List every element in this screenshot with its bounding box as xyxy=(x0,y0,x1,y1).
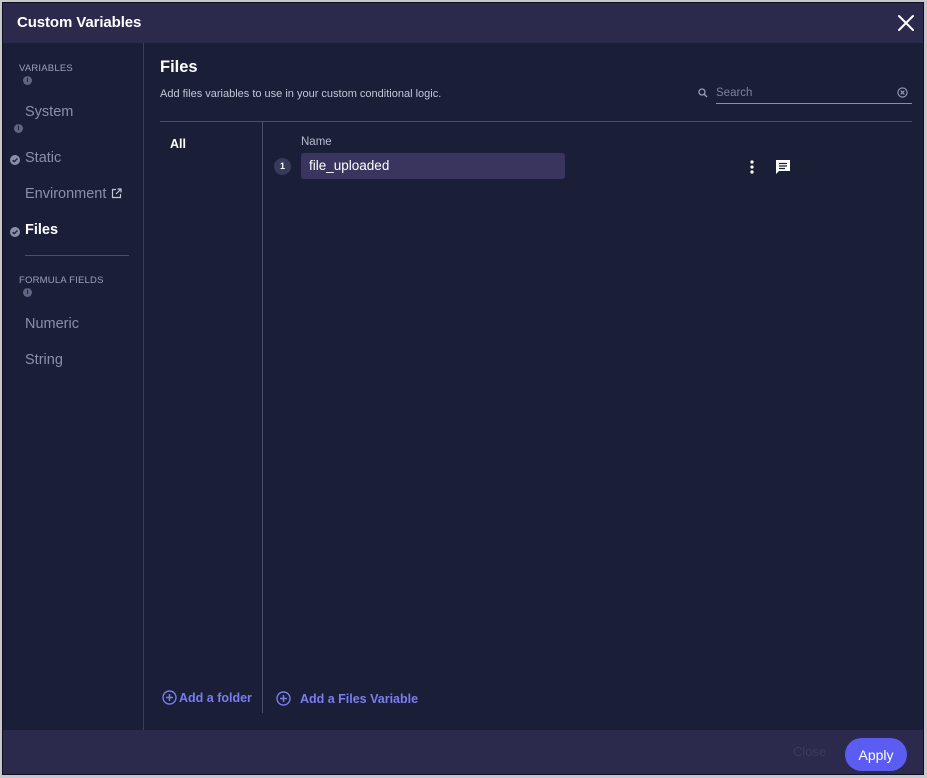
more-options-icon[interactable] xyxy=(749,159,755,175)
add-variable-label: Add a Files Variable xyxy=(299,692,419,706)
row-index-badge: 1 xyxy=(274,158,291,175)
sidebar-divider xyxy=(25,255,129,256)
add-folder-button[interactable]: Add a folder xyxy=(162,690,252,705)
page-title: Files xyxy=(160,58,198,76)
add-files-variable-button[interactable]: Add a Files Variable xyxy=(276,691,418,706)
sidebar: VARIABLES i System i Static Environment … xyxy=(3,43,144,730)
search-input[interactable] xyxy=(716,82,912,104)
content-divider xyxy=(160,121,912,122)
dialog-footer: Close Apply xyxy=(3,730,923,774)
info-icon[interactable]: i xyxy=(23,76,32,85)
sidebar-item-label: Files xyxy=(25,222,59,238)
folder-column-divider xyxy=(262,122,263,713)
search-icon xyxy=(698,88,708,98)
sidebar-item-label: System xyxy=(25,104,74,120)
formula-fields-section-label: FORMULA FIELDS xyxy=(19,275,104,286)
sidebar-item-label: Static xyxy=(25,150,62,166)
sidebar-item-system[interactable]: System xyxy=(25,104,73,120)
clear-search-icon[interactable] xyxy=(897,87,908,98)
close-button[interactable]: Close xyxy=(793,744,826,759)
column-header-name: Name xyxy=(301,136,332,148)
external-link-icon xyxy=(111,188,123,199)
info-icon[interactable]: i xyxy=(23,288,32,297)
comment-icon[interactable] xyxy=(774,158,792,176)
sidebar-item-files[interactable]: Files xyxy=(25,222,58,238)
apply-button[interactable]: Apply xyxy=(845,738,907,771)
page-description: Add files variables to use in your custo… xyxy=(160,88,442,100)
custom-variables-dialog: Custom Variables VARIABLES i System i St… xyxy=(2,2,924,775)
sidebar-item-string[interactable]: String xyxy=(25,352,63,368)
close-icon[interactable] xyxy=(895,12,917,34)
sidebar-item-label: Numeric xyxy=(25,316,79,332)
sidebar-item-label: Environment xyxy=(25,186,107,202)
search-box xyxy=(698,82,912,104)
folder-item-all[interactable]: All xyxy=(170,137,186,151)
sidebar-item-static[interactable]: Static xyxy=(25,150,61,166)
info-icon[interactable]: i xyxy=(14,124,23,133)
check-circle-icon xyxy=(10,155,20,165)
dialog-header: Custom Variables xyxy=(3,3,923,43)
dialog-title: Custom Variables xyxy=(17,14,142,31)
sidebar-item-label: String xyxy=(25,352,63,368)
add-folder-label: Add a folder xyxy=(179,691,252,705)
add-circle-icon xyxy=(162,690,177,705)
variables-section-label: VARIABLES xyxy=(19,63,73,74)
sidebar-item-numeric[interactable]: Numeric xyxy=(25,316,79,332)
add-circle-icon xyxy=(276,691,291,706)
variable-name-field[interactable]: file_uploaded xyxy=(301,153,565,179)
sidebar-item-environment[interactable]: Environment xyxy=(25,186,123,202)
check-circle-icon xyxy=(10,227,20,237)
